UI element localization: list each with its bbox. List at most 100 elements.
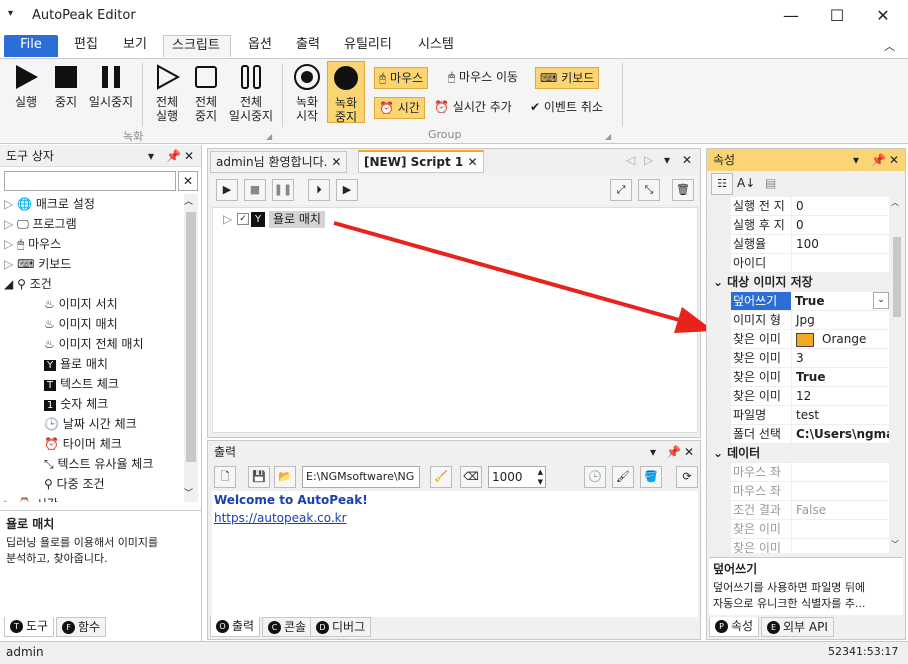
- group-expand-icon[interactable]: ◢: [605, 132, 611, 141]
- menu-edit[interactable]: 편집: [66, 35, 106, 57]
- prop-row[interactable]: 찾은 이미 True: [709, 368, 889, 387]
- prop-row[interactable]: 마우스 좌: [709, 463, 889, 482]
- dropdown-icon[interactable]: ▾: [148, 145, 154, 167]
- tab-properties[interactable]: P 속성: [709, 617, 760, 637]
- toolbox-search-input[interactable]: [4, 171, 176, 191]
- tab-nav-right-icon[interactable]: ▷: [644, 153, 653, 167]
- eraser-icon[interactable]: ⌫: [460, 466, 482, 488]
- group-expand-icon[interactable]: ◢: [266, 132, 272, 141]
- pause-all-button[interactable]: 전체 일시중지: [226, 63, 276, 123]
- expand-icon[interactable]: ⤢: [610, 179, 632, 201]
- category-data[interactable]: ⌄ 데이터: [709, 444, 889, 463]
- properties-scrollbar[interactable]: ︿ ﹀: [891, 197, 903, 553]
- realtime-add-toggle[interactable]: ⏰ 실시간 추가: [430, 97, 516, 119]
- prop-row[interactable]: 파일명 test: [709, 406, 889, 425]
- tree-item-keyboard[interactable]: ▷ ⌨ 키보드: [4, 254, 184, 274]
- tree-item-number-check[interactable]: 1 숫자 체크: [4, 394, 184, 414]
- tab-debug[interactable]: D 디버그: [310, 617, 372, 637]
- time-record-toggle[interactable]: ⏰ 시간: [374, 97, 425, 119]
- node-checkbox[interactable]: ✓: [237, 213, 249, 225]
- fill-icon[interactable]: 🪣: [640, 466, 662, 488]
- prop-row[interactable]: 폴더 선택 C:\Users\ngma: [709, 425, 889, 444]
- tab-functions[interactable]: F 함수: [56, 617, 107, 637]
- prop-row[interactable]: 마우스 좌: [709, 482, 889, 501]
- prop-row[interactable]: 찾은 이미 Orange: [709, 330, 889, 349]
- dropdown-icon[interactable]: ⌄: [873, 292, 889, 309]
- collapse-icon[interactable]: ⌄: [709, 446, 727, 460]
- prop-row[interactable]: 아이디: [709, 254, 889, 273]
- prop-row[interactable]: 이미지 형 Jpg: [709, 311, 889, 330]
- menu-output[interactable]: 출력: [288, 35, 328, 57]
- clean-icon[interactable]: 🧹: [430, 466, 452, 488]
- tree-item-yolo-match[interactable]: Y 욜로 매치: [4, 354, 184, 374]
- tree-item-time[interactable]: ▷ ⌚ 시간: [4, 494, 184, 502]
- mouse-record-toggle[interactable]: 🖰 마우스: [374, 67, 429, 89]
- output-log[interactable]: Welcome to AutoPeak! https://autopeak.co…: [212, 491, 698, 617]
- menu-file[interactable]: File: [4, 35, 58, 57]
- tab-list-icon[interactable]: ▾: [664, 153, 670, 167]
- menu-utility[interactable]: 유틸리티: [336, 35, 400, 57]
- minimize-button[interactable]: —: [768, 0, 814, 32]
- menu-script[interactable]: 스크립트: [163, 35, 231, 57]
- record-stop-button[interactable]: 녹화 중지: [327, 61, 365, 124]
- website-link[interactable]: https://autopeak.co.kr: [212, 509, 698, 527]
- toolbox-scrollbar[interactable]: ︿ ﹀: [184, 194, 198, 502]
- prop-value[interactable]: 3: [791, 349, 889, 367]
- property-pages-icon[interactable]: ▤: [765, 176, 776, 190]
- scroll-down-icon[interactable]: ﹀: [184, 486, 193, 499]
- prop-value[interactable]: 0: [791, 216, 889, 234]
- tab-output[interactable]: O 출력: [210, 617, 261, 637]
- collapse-icon[interactable]: ⌄: [709, 275, 727, 289]
- pause-icon[interactable]: ❚❚: [272, 179, 294, 201]
- tab-tools[interactable]: T 도구: [4, 617, 55, 637]
- dropdown-icon[interactable]: ▾: [853, 149, 859, 171]
- prop-value[interactable]: [791, 254, 889, 272]
- tab-nav-left-icon[interactable]: ◁: [626, 153, 635, 167]
- menu-view[interactable]: 보기: [115, 35, 155, 57]
- output-path-input[interactable]: E:\NGMsoftware\NG: [302, 466, 420, 488]
- collapse-icon[interactable]: ⤡: [638, 179, 660, 201]
- scroll-thumb[interactable]: [893, 237, 901, 317]
- close-icon[interactable]: ✕: [467, 155, 477, 169]
- scroll-up-icon[interactable]: ︿: [891, 197, 899, 208]
- tree-item-image-full-match[interactable]: ♨ 이미지 전체 매치: [4, 334, 184, 354]
- folder-open-icon[interactable]: 📂: [274, 466, 296, 488]
- brush-icon[interactable]: 🖌: [612, 466, 634, 488]
- collapse-ribbon-icon[interactable]: ︿: [884, 38, 895, 54]
- clear-search-button[interactable]: ✕: [178, 171, 198, 191]
- script-node-yolo-match[interactable]: 욜로 매치: [269, 211, 325, 228]
- scroll-thumb[interactable]: [186, 212, 196, 462]
- scroll-down-icon[interactable]: ﹀: [891, 539, 899, 550]
- tab-console[interactable]: C 콘솔: [262, 617, 313, 637]
- prop-value[interactable]: Jpg: [791, 311, 889, 329]
- clock-icon[interactable]: 🕒: [584, 466, 606, 488]
- tree-item-text-check[interactable]: T 텍스트 체크: [4, 374, 184, 394]
- play-box-icon[interactable]: ▶: [336, 179, 358, 201]
- dropdown-icon[interactable]: ▾: [650, 441, 656, 463]
- play-icon[interactable]: ▶: [216, 179, 238, 201]
- spinner-arrows-icon[interactable]: ▲ ▼: [538, 467, 545, 487]
- record-start-button[interactable]: 녹화 시작: [288, 63, 326, 123]
- prop-row-overwrite[interactable]: 덮어쓰기 True ⌄: [709, 292, 889, 311]
- close-icon[interactable]: ✕: [684, 441, 694, 463]
- tree-item-text-similarity[interactable]: ⤡ 텍스트 유사율 체크: [4, 454, 184, 474]
- line-count-spinner[interactable]: 1000 ▲ ▼: [488, 466, 546, 488]
- stop-all-button[interactable]: 전체 중지: [188, 63, 224, 123]
- prop-row[interactable]: 찾은 이미 12: [709, 387, 889, 406]
- maximize-button[interactable]: ☐: [814, 0, 860, 32]
- keyboard-record-toggle[interactable]: ⌨ 키보드: [535, 67, 600, 89]
- stop-icon[interactable]: ■: [244, 179, 266, 201]
- prop-row[interactable]: 조건 결과 False: [709, 501, 889, 520]
- prop-value[interactable]: test: [791, 406, 889, 424]
- close-icon[interactable]: ✕: [184, 145, 194, 167]
- prop-value[interactable]: 12: [791, 387, 889, 405]
- prop-value[interactable]: [791, 482, 889, 500]
- tree-item-multi-condition[interactable]: ⚲ 다중 조건: [4, 474, 184, 494]
- close-button[interactable]: ✕: [860, 0, 906, 32]
- pin-icon[interactable]: 📌: [666, 441, 681, 463]
- prop-value[interactable]: 100: [791, 235, 889, 253]
- expand-node-icon[interactable]: ▷: [223, 212, 232, 226]
- prop-value[interactable]: Orange: [791, 330, 889, 348]
- close-icon[interactable]: ✕: [889, 149, 899, 171]
- save-icon[interactable]: 💾: [248, 466, 270, 488]
